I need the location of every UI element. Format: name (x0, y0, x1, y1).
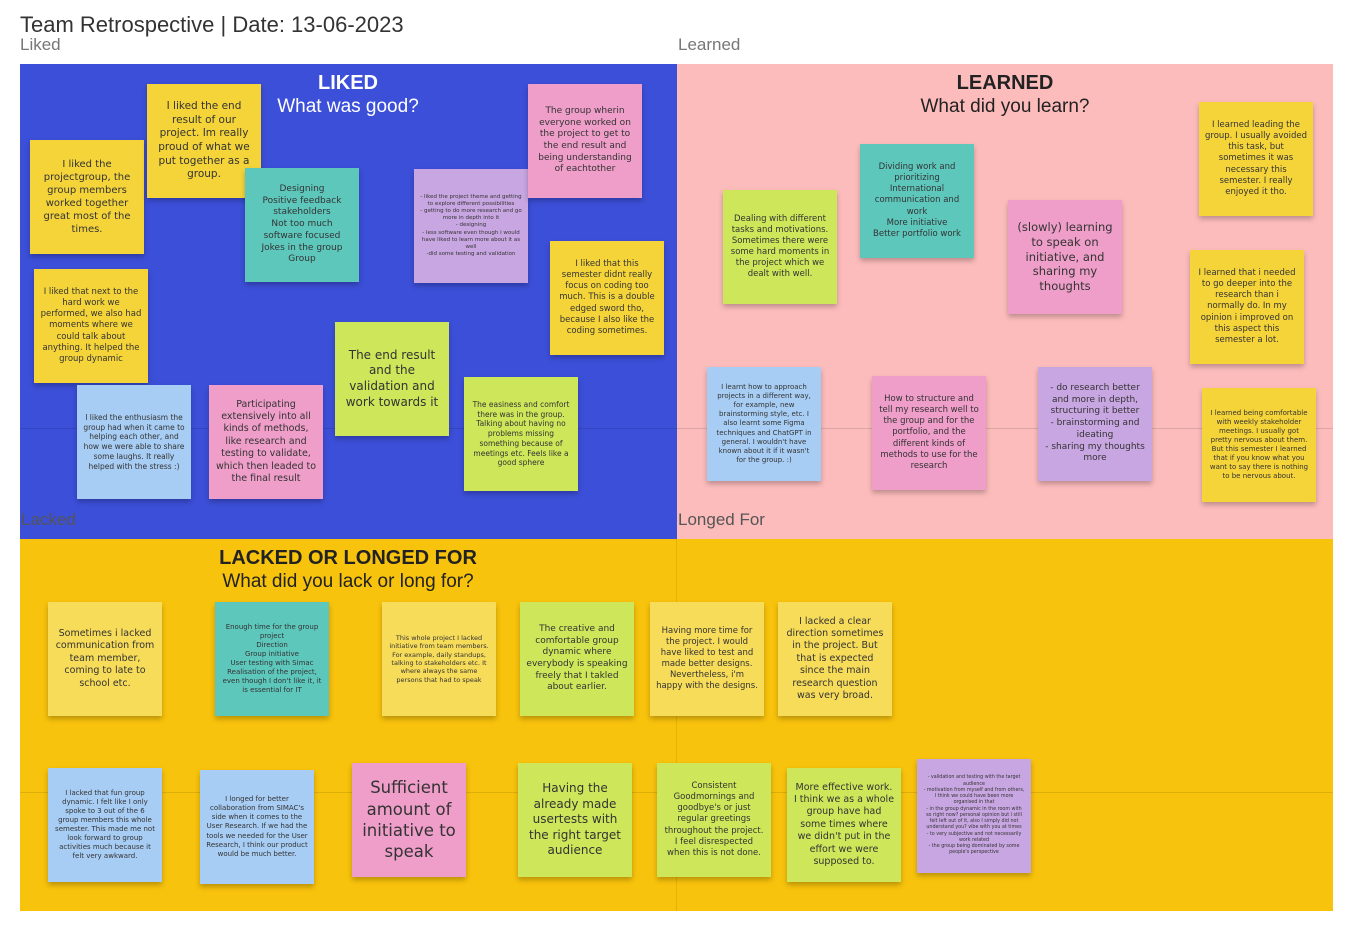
sticky-note[interactable]: Having the already made usertests with t… (518, 763, 632, 877)
sticky-note-text: The end result and the validation and wo… (345, 347, 439, 409)
sticky-note-text: Enough time for the group project Direct… (222, 622, 322, 695)
frame-label-longed-for[interactable]: Longed For (678, 510, 765, 530)
sticky-note[interactable]: More effective work. I think we as a who… (787, 768, 901, 882)
sticky-note-text: The group wherin everyone worked on the … (538, 105, 632, 175)
sticky-note[interactable]: The easiness and comfort there was in th… (464, 377, 578, 491)
sticky-note-text: Participating extensively into all kinds… (215, 398, 317, 484)
sticky-note[interactable]: Dealing with different tasks and motivat… (723, 190, 837, 304)
sticky-note[interactable]: I lacked that fun group dynamic. I felt … (48, 768, 162, 882)
sticky-note-text: I lacked that fun group dynamic. I felt … (55, 788, 155, 861)
sticky-note-text: I liked the end result of our project. I… (158, 100, 250, 181)
frame-label-lacked[interactable]: Lacked (21, 510, 76, 530)
sticky-note-text: - liked the project theme and getting to… (420, 193, 522, 257)
sticky-note[interactable]: Sufficient amount of initiative to speak (352, 763, 466, 877)
sticky-note[interactable]: The group wherin everyone worked on the … (528, 84, 642, 198)
frame-label-learned[interactable]: Learned (678, 35, 740, 55)
sticky-note-text: Dividing work and prioritizing Internati… (873, 162, 961, 239)
sticky-note[interactable]: Enough time for the group project Direct… (215, 602, 329, 716)
sticky-note[interactable]: - liked the project theme and getting to… (414, 169, 528, 283)
sticky-note-text: I longed for better collaboration from S… (206, 795, 308, 858)
sticky-note[interactable]: I liked the enthusiasm the group had whe… (77, 385, 191, 499)
sticky-note-text: The creative and comfortable group dynam… (526, 623, 628, 693)
sticky-note[interactable]: I liked the end result of our project. I… (147, 84, 261, 198)
liked-heading: LIKED What was good? (248, 72, 448, 118)
sticky-note-text: The easiness and comfort there was in th… (472, 399, 570, 468)
sticky-note[interactable]: I liked that next to the hard work we pe… (34, 269, 148, 383)
sticky-note-text: Having the already made usertests with t… (528, 781, 621, 858)
sticky-note-text: Dealing with different tasks and motivat… (730, 213, 830, 280)
sticky-note[interactable]: I longed for better collaboration from S… (200, 770, 314, 884)
sticky-note[interactable]: I learned being comfortable with weekly … (1202, 388, 1316, 502)
learned-heading: LEARNED What did you learn? (885, 72, 1125, 118)
sticky-note-text: I liked that this semester didnt really … (559, 259, 655, 336)
sticky-note-text: I learnt how to approach projects in a d… (716, 383, 812, 464)
lacked-heading-title: LACKED OR LONGED FOR (219, 547, 477, 569)
sticky-note[interactable]: The creative and comfortable group dynam… (520, 602, 634, 716)
sticky-note[interactable]: - do research better and more in depth, … (1038, 367, 1152, 481)
frame-label-liked[interactable]: Liked (20, 35, 61, 55)
sticky-note-text: I learned that i needed to go deeper int… (1198, 268, 1296, 345)
sticky-note[interactable]: Sometimes i lacked communication from te… (48, 602, 162, 716)
learned-heading-title: LEARNED (956, 72, 1054, 94)
sticky-note-text: - do research better and more in depth, … (1045, 383, 1145, 464)
sticky-note[interactable]: (slowly) learning to speak on initiative… (1008, 200, 1122, 314)
sticky-note[interactable]: I liked that this semester didnt really … (550, 241, 664, 355)
sticky-note-text: I liked that next to the hard work we pe… (40, 287, 142, 364)
sticky-note[interactable]: Designing Positive feedback stakeholders… (245, 168, 359, 282)
sticky-note[interactable]: Having more time for the project. I woul… (650, 602, 764, 716)
sticky-note-text: Consistent Goodmornings and goodbye's or… (664, 781, 764, 858)
sticky-note-text: More effective work. I think we as a who… (793, 781, 895, 867)
sticky-note[interactable]: I learned that i needed to go deeper int… (1190, 250, 1304, 364)
sticky-note[interactable]: Consistent Goodmornings and goodbye's or… (657, 763, 771, 877)
sticky-note-text: Sometimes i lacked communication from te… (55, 628, 155, 689)
sticky-note[interactable]: How to structure and tell my research we… (872, 376, 986, 490)
liked-heading-title: LIKED (318, 72, 378, 94)
sticky-note-text: (slowly) learning to speak on initiative… (1017, 219, 1113, 294)
sticky-note-text: I learned leading the group. I usually a… (1205, 120, 1307, 197)
sticky-note[interactable]: Participating extensively into all kinds… (209, 385, 323, 499)
sticky-note-text: How to structure and tell my research we… (879, 394, 979, 471)
sticky-note-text: I liked the projectgroup, the group memb… (43, 159, 131, 235)
sticky-note[interactable]: I liked the projectgroup, the group memb… (30, 140, 144, 254)
sticky-note-text: Designing Positive feedback stakeholders… (261, 184, 343, 265)
sticky-note[interactable]: This whole project I lacked initiative f… (382, 602, 496, 716)
sticky-note-text: I lacked a clear direction sometimes in … (786, 615, 884, 701)
lacked-heading-subtitle: What did you lack or long for? (222, 571, 474, 592)
sticky-note-text: Sufficient amount of initiative to speak (362, 778, 456, 862)
sticky-note[interactable]: - validation and testing with the target… (917, 759, 1031, 873)
lacked-heading: LACKED OR LONGED FOR What did you lack o… (198, 547, 498, 593)
sticky-note-text: I liked the enthusiasm the group had whe… (83, 412, 185, 471)
learned-heading-subtitle: What did you learn? (920, 96, 1090, 117)
sticky-note[interactable]: The end result and the validation and wo… (335, 322, 449, 436)
sticky-note[interactable]: Dividing work and prioritizing Internati… (860, 144, 974, 258)
sticky-note[interactable]: I learnt how to approach projects in a d… (707, 367, 821, 481)
liked-heading-subtitle: What was good? (277, 96, 419, 117)
sticky-note-text: This whole project I lacked initiative f… (389, 633, 489, 684)
sticky-note-text: I learned being comfortable with weekly … (1209, 408, 1309, 481)
sticky-note-text: Having more time for the project. I woul… (656, 625, 758, 692)
sticky-note[interactable]: I learned leading the group. I usually a… (1199, 102, 1313, 216)
board-title: Team Retrospective | Date: 13-06-2023 (20, 12, 404, 37)
sticky-note[interactable]: I lacked a clear direction sometimes in … (778, 602, 892, 716)
sticky-note-text: - validation and testing with the target… (923, 775, 1025, 856)
